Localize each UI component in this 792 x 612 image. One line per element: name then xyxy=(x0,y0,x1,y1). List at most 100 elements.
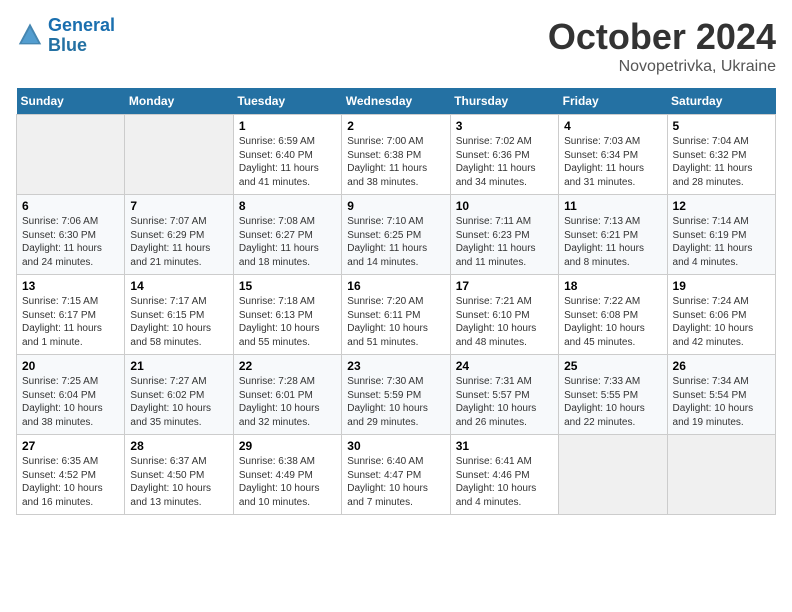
day-info: Sunrise: 7:22 AM Sunset: 6:08 PM Dayligh… xyxy=(564,295,661,349)
day-number: 16 xyxy=(347,279,444,293)
logo-icon xyxy=(16,22,44,50)
day-number: 5 xyxy=(673,119,770,133)
calendar-cell: 6 Sunrise: 7:06 AM Sunset: 6:30 PM Daylig… xyxy=(17,195,125,275)
day-info: Sunrise: 6:59 AM Sunset: 6:40 PM Dayligh… xyxy=(239,135,336,189)
day-number: 25 xyxy=(564,359,661,373)
day-info: Sunrise: 7:06 AM Sunset: 6:30 PM Dayligh… xyxy=(22,215,119,269)
day-info: Sunrise: 7:15 AM Sunset: 6:17 PM Dayligh… xyxy=(22,295,119,349)
calendar-cell: 31Sunrise: 6:41 AM Sunset: 4:46 PM Dayli… xyxy=(450,435,558,515)
calendar-cell: 2 Sunrise: 7:00 AM Sunset: 6:38 PM Daylig… xyxy=(342,115,450,195)
calendar-cell xyxy=(125,115,233,195)
week-row-3: 13 Sunrise: 7:15 AM Sunset: 6:17 PM Dayli… xyxy=(17,275,776,355)
calendar-cell: 16 Sunrise: 7:20 AM Sunset: 6:11 PM Dayli… xyxy=(342,275,450,355)
day-info: Sunrise: 7:14 AM Sunset: 6:19 PM Dayligh… xyxy=(673,215,770,269)
day-info: Sunrise: 7:28 AM Sunset: 6:01 PM Dayligh… xyxy=(239,375,336,429)
calendar-cell: 12 Sunrise: 7:14 AM Sunset: 6:19 PM Dayli… xyxy=(667,195,775,275)
week-row-2: 6 Sunrise: 7:06 AM Sunset: 6:30 PM Daylig… xyxy=(17,195,776,275)
day-number: 11 xyxy=(564,199,661,213)
day-number: 20 xyxy=(22,359,119,373)
calendar-cell: 10 Sunrise: 7:11 AM Sunset: 6:23 PM Dayli… xyxy=(450,195,558,275)
day-info: Sunrise: 7:07 AM Sunset: 6:29 PM Dayligh… xyxy=(130,215,227,269)
logo-text: General Blue xyxy=(48,16,115,56)
day-number: 14 xyxy=(130,279,227,293)
day-number: 18 xyxy=(564,279,661,293)
day-info: Sunrise: 7:17 AM Sunset: 6:15 PM Dayligh… xyxy=(130,295,227,349)
calendar-cell: 30 Sunrise: 6:40 AM Sunset: 4:47 PM Dayli… xyxy=(342,435,450,515)
day-info: Sunrise: 7:31 AM Sunset: 5:57 PM Dayligh… xyxy=(456,375,553,429)
calendar-cell: 1Sunrise: 6:59 AM Sunset: 6:40 PM Daylig… xyxy=(233,115,341,195)
day-info: Sunrise: 7:10 AM Sunset: 6:25 PM Dayligh… xyxy=(347,215,444,269)
day-number: 22 xyxy=(239,359,336,373)
day-number: 4 xyxy=(564,119,661,133)
day-number: 15 xyxy=(239,279,336,293)
day-info: Sunrise: 7:11 AM Sunset: 6:23 PM Dayligh… xyxy=(456,215,553,269)
day-info: Sunrise: 6:40 AM Sunset: 4:47 PM Dayligh… xyxy=(347,455,444,509)
weekday-header-sunday: Sunday xyxy=(17,88,125,115)
day-number: 10 xyxy=(456,199,553,213)
day-info: Sunrise: 7:03 AM Sunset: 6:34 PM Dayligh… xyxy=(564,135,661,189)
location-subtitle: Novopetrivka, Ukraine xyxy=(548,58,776,76)
page-header: General Blue October 2024 Novopetrivka, … xyxy=(16,16,776,76)
day-number: 28 xyxy=(130,439,227,453)
calendar-cell: 9 Sunrise: 7:10 AM Sunset: 6:25 PM Daylig… xyxy=(342,195,450,275)
logo: General Blue xyxy=(16,16,115,56)
weekday-header-thursday: Thursday xyxy=(450,88,558,115)
day-info: Sunrise: 6:35 AM Sunset: 4:52 PM Dayligh… xyxy=(22,455,119,509)
day-info: Sunrise: 7:24 AM Sunset: 6:06 PM Dayligh… xyxy=(673,295,770,349)
calendar-cell: 22 Sunrise: 7:28 AM Sunset: 6:01 PM Dayli… xyxy=(233,355,341,435)
day-info: Sunrise: 7:02 AM Sunset: 6:36 PM Dayligh… xyxy=(456,135,553,189)
calendar-cell: 5 Sunrise: 7:04 AM Sunset: 6:32 PM Daylig… xyxy=(667,115,775,195)
month-title: October 2024 xyxy=(548,16,776,58)
day-info: Sunrise: 7:20 AM Sunset: 6:11 PM Dayligh… xyxy=(347,295,444,349)
day-number: 9 xyxy=(347,199,444,213)
day-number: 13 xyxy=(22,279,119,293)
day-number: 12 xyxy=(673,199,770,213)
calendar-cell: 21 Sunrise: 7:27 AM Sunset: 6:02 PM Dayli… xyxy=(125,355,233,435)
day-info: Sunrise: 7:00 AM Sunset: 6:38 PM Dayligh… xyxy=(347,135,444,189)
week-row-1: 1Sunrise: 6:59 AM Sunset: 6:40 PM Daylig… xyxy=(17,115,776,195)
day-number: 19 xyxy=(673,279,770,293)
calendar-cell xyxy=(667,435,775,515)
calendar-table: SundayMondayTuesdayWednesdayThursdayFrid… xyxy=(16,88,776,515)
day-info: Sunrise: 7:04 AM Sunset: 6:32 PM Dayligh… xyxy=(673,135,770,189)
calendar-cell: 28Sunrise: 6:37 AM Sunset: 4:50 PM Dayli… xyxy=(125,435,233,515)
day-number: 17 xyxy=(456,279,553,293)
week-row-5: 27 Sunrise: 6:35 AM Sunset: 4:52 PM Dayli… xyxy=(17,435,776,515)
calendar-cell: 19 Sunrise: 7:24 AM Sunset: 6:06 PM Dayli… xyxy=(667,275,775,355)
day-number: 27 xyxy=(22,439,119,453)
calendar-cell: 29Sunrise: 6:38 AM Sunset: 4:49 PM Dayli… xyxy=(233,435,341,515)
week-row-4: 20Sunrise: 7:25 AM Sunset: 6:04 PM Dayli… xyxy=(17,355,776,435)
calendar-cell: 26Sunrise: 7:34 AM Sunset: 5:54 PM Dayli… xyxy=(667,355,775,435)
calendar-cell: 11 Sunrise: 7:13 AM Sunset: 6:21 PM Dayli… xyxy=(559,195,667,275)
day-info: Sunrise: 7:21 AM Sunset: 6:10 PM Dayligh… xyxy=(456,295,553,349)
day-number: 24 xyxy=(456,359,553,373)
day-info: Sunrise: 7:27 AM Sunset: 6:02 PM Dayligh… xyxy=(130,375,227,429)
day-number: 8 xyxy=(239,199,336,213)
day-info: Sunrise: 7:33 AM Sunset: 5:55 PM Dayligh… xyxy=(564,375,661,429)
weekday-header-saturday: Saturday xyxy=(667,88,775,115)
weekday-header-wednesday: Wednesday xyxy=(342,88,450,115)
day-info: Sunrise: 7:13 AM Sunset: 6:21 PM Dayligh… xyxy=(564,215,661,269)
day-number: 3 xyxy=(456,119,553,133)
weekday-header-monday: Monday xyxy=(125,88,233,115)
day-info: Sunrise: 7:30 AM Sunset: 5:59 PM Dayligh… xyxy=(347,375,444,429)
weekday-header-tuesday: Tuesday xyxy=(233,88,341,115)
day-number: 26 xyxy=(673,359,770,373)
calendar-cell: 4 Sunrise: 7:03 AM Sunset: 6:34 PM Daylig… xyxy=(559,115,667,195)
calendar-cell: 20Sunrise: 7:25 AM Sunset: 6:04 PM Dayli… xyxy=(17,355,125,435)
weekday-header-friday: Friday xyxy=(559,88,667,115)
calendar-cell: 15Sunrise: 7:18 AM Sunset: 6:13 PM Dayli… xyxy=(233,275,341,355)
calendar-cell: 7 Sunrise: 7:07 AM Sunset: 6:29 PM Daylig… xyxy=(125,195,233,275)
day-number: 21 xyxy=(130,359,227,373)
calendar-cell: 18 Sunrise: 7:22 AM Sunset: 6:08 PM Dayli… xyxy=(559,275,667,355)
day-number: 2 xyxy=(347,119,444,133)
day-number: 6 xyxy=(22,199,119,213)
calendar-cell xyxy=(559,435,667,515)
day-number: 29 xyxy=(239,439,336,453)
calendar-cell: 13 Sunrise: 7:15 AM Sunset: 6:17 PM Dayli… xyxy=(17,275,125,355)
day-number: 31 xyxy=(456,439,553,453)
weekday-header-row: SundayMondayTuesdayWednesdayThursdayFrid… xyxy=(17,88,776,115)
calendar-cell: 23Sunrise: 7:30 AM Sunset: 5:59 PM Dayli… xyxy=(342,355,450,435)
day-number: 30 xyxy=(347,439,444,453)
day-number: 7 xyxy=(130,199,227,213)
